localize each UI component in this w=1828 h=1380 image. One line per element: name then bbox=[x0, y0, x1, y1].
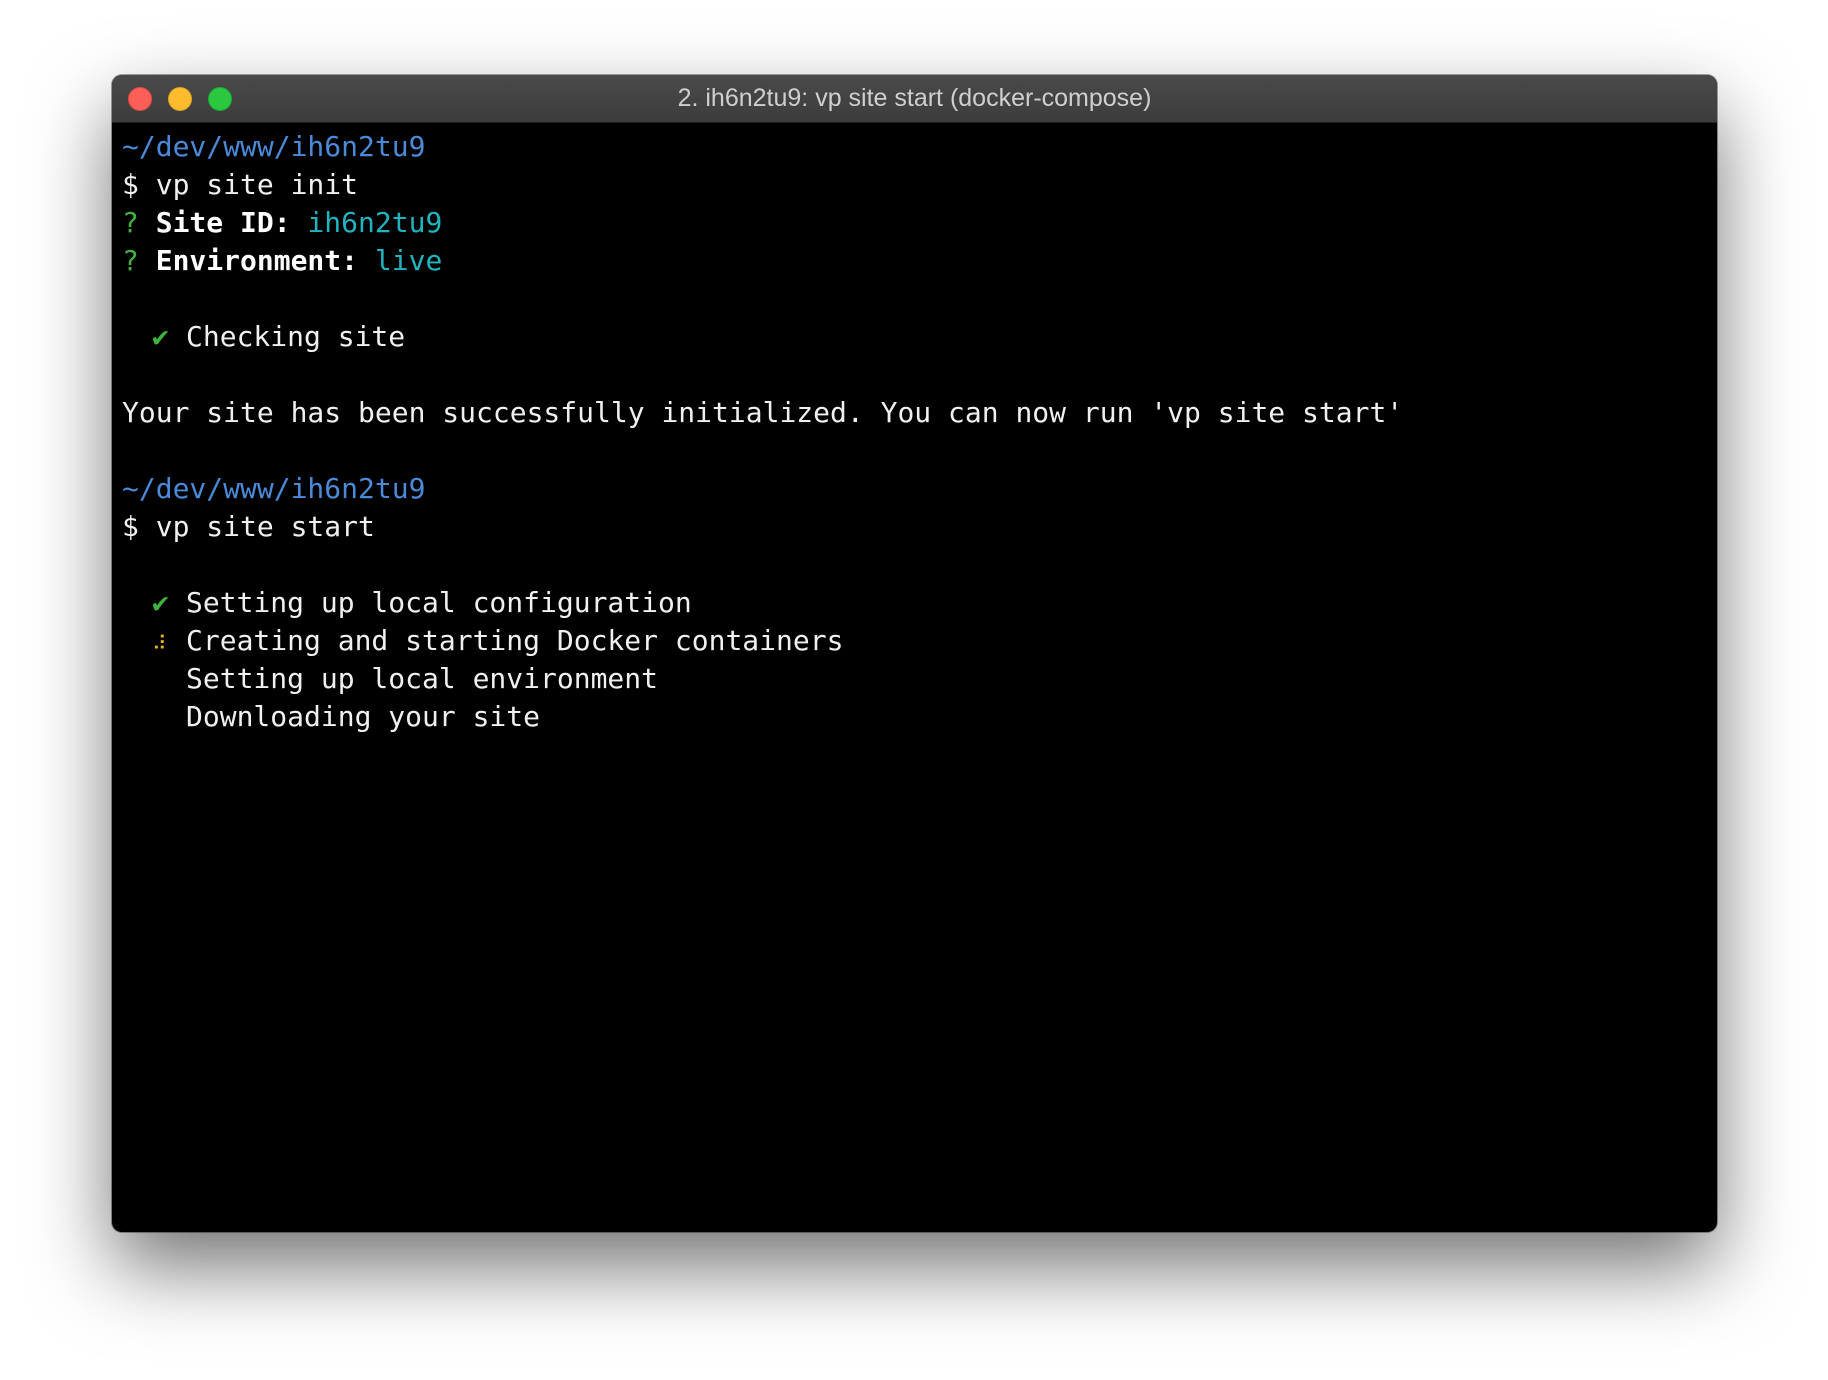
environment-value: live bbox=[374, 244, 443, 277]
command-line: $ vp site start bbox=[122, 510, 375, 543]
terminal-window: 2. ih6n2tu9: vp site start (docker-compo… bbox=[112, 75, 1717, 1232]
task-line: Downloading your site bbox=[122, 698, 1707, 736]
window-title: 2. ih6n2tu9: vp site start (docker-compo… bbox=[677, 84, 1152, 112]
checking-site-text: Checking site bbox=[186, 320, 406, 353]
checking-site-line: ✔ Checking site bbox=[122, 318, 1707, 356]
success-message: Your site has been successfully initiali… bbox=[122, 396, 1404, 429]
task-line: ⠼ Creating and starting Docker containers bbox=[122, 622, 1707, 660]
task-text: Setting up local configuration bbox=[186, 586, 692, 619]
check-icon: ✔ bbox=[152, 320, 169, 353]
task-text: Setting up local environment bbox=[186, 662, 659, 695]
task-line: ✔ Setting up local configuration bbox=[122, 584, 1707, 622]
command-line: $ vp site init bbox=[122, 168, 359, 201]
title-bar[interactable]: 2. ih6n2tu9: vp site start (docker-compo… bbox=[112, 75, 1717, 123]
site-id-label: Site ID: bbox=[155, 206, 291, 239]
environment-label: Environment: bbox=[155, 244, 359, 277]
environment-line: ? Environment: live bbox=[122, 242, 1707, 280]
check-icon: ✔ bbox=[152, 586, 169, 619]
prompt-path: ~/dev/www/ih6n2tu9 bbox=[122, 130, 426, 163]
prompt-path: ~/dev/www/ih6n2tu9 bbox=[122, 472, 426, 505]
terminal-output[interactable]: ~/dev/www/ih6n2tu9 $ vp site init ? Site… bbox=[122, 128, 1707, 1232]
site-id-line: ? Site ID: ih6n2tu9 bbox=[122, 204, 1707, 242]
spinner-icon: ⠼ bbox=[152, 631, 167, 655]
site-id-value: ih6n2tu9 bbox=[307, 206, 443, 239]
question-mark: ? bbox=[122, 206, 139, 239]
task-text: Creating and starting Docker containers bbox=[186, 624, 844, 657]
question-mark: ? bbox=[122, 244, 139, 277]
task-line: Setting up local environment bbox=[122, 660, 1707, 698]
task-text: Downloading your site bbox=[186, 700, 541, 733]
